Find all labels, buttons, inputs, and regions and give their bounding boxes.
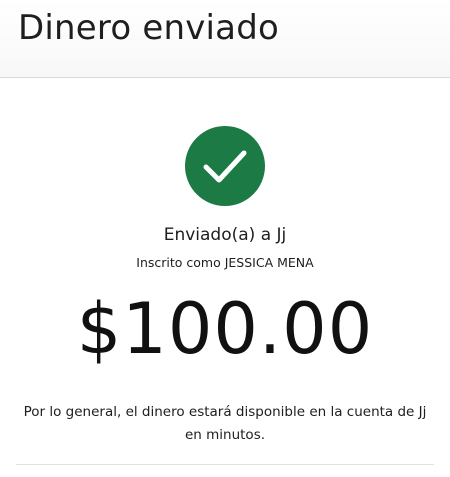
page-header: Dinero enviado (0, 0, 450, 78)
recipient-enrolled-name: Inscrito como JESSICA MENA (136, 255, 314, 270)
recipient-text: Enviado(a) a Jj (163, 225, 287, 245)
page-title: Dinero enviado (18, 8, 279, 48)
divider (16, 464, 434, 465)
availability-note: Por lo general, el dinero estará disponi… (23, 404, 427, 443)
success-badge (185, 126, 265, 206)
amount-sent: $100.00 (76, 288, 374, 370)
checkmark-icon (203, 150, 247, 183)
